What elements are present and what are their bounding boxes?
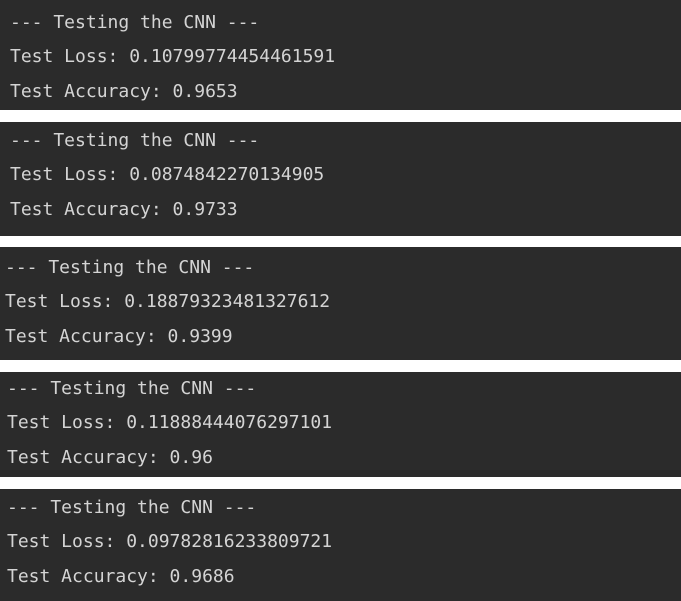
output-panel-3: --- Testing the CNN --- Test Loss: 0.188… (0, 247, 681, 360)
test-loss-line: Test Loss: 0.11888444076297101 (7, 412, 333, 433)
test-accuracy-line: Test Accuracy: 0.9399 (5, 326, 233, 347)
test-accuracy-line: Test Accuracy: 0.9653 (10, 81, 238, 102)
test-loss-line: Test Loss: 0.18879323481327612 (5, 291, 331, 312)
output-panel-2: --- Testing the CNN --- Test Loss: 0.087… (0, 122, 681, 236)
output-header: --- Testing the CNN --- (10, 12, 260, 33)
test-loss-line: Test Loss: 0.09782816233809721 (7, 531, 333, 552)
output-header: --- Testing the CNN --- (7, 378, 257, 399)
test-accuracy-line: Test Accuracy: 0.9686 (7, 566, 235, 587)
test-accuracy-line: Test Accuracy: 0.9733 (10, 199, 238, 220)
output-header: --- Testing the CNN --- (10, 130, 260, 151)
output-header: --- Testing the CNN --- (5, 257, 255, 278)
output-panel-4: --- Testing the CNN --- Test Loss: 0.118… (0, 372, 681, 477)
test-accuracy-line: Test Accuracy: 0.96 (7, 447, 213, 468)
test-loss-line: Test Loss: 0.10799774454461591 (10, 46, 336, 67)
output-panel-1: --- Testing the CNN --- Test Loss: 0.107… (0, 0, 681, 110)
output-panel-5: --- Testing the CNN --- Test Loss: 0.097… (0, 489, 681, 601)
output-header: --- Testing the CNN --- (7, 497, 257, 518)
test-loss-line: Test Loss: 0.0874842270134905 (10, 164, 325, 185)
